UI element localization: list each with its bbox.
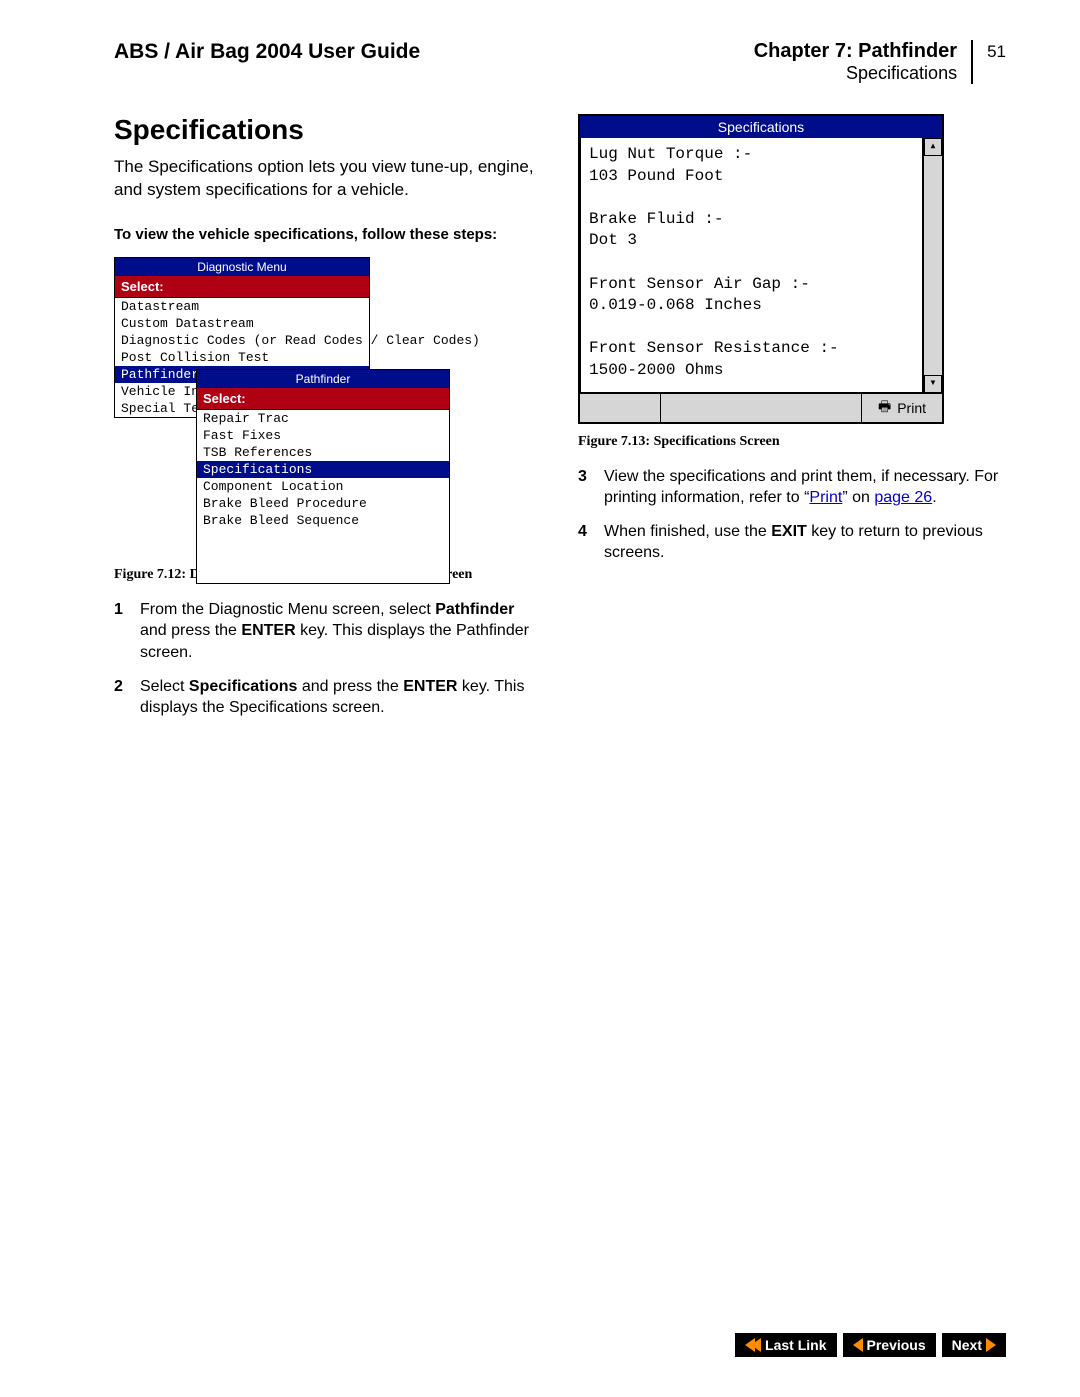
step-item: 1From the Diagnostic Menu screen, select… <box>114 599 542 664</box>
pathfinder-menu-item[interactable]: Brake Bleed Sequence <box>197 512 449 529</box>
steps-list-right: 3View the specifications and print them,… <box>578 466 1006 564</box>
scroll-down-icon[interactable]: ▾ <box>924 375 942 393</box>
diagnostic-menu-item[interactable]: Post Collision Test <box>115 349 369 366</box>
pathfinder-menu-item[interactable]: TSB References <box>197 444 449 461</box>
chapter-title: Chapter 7: Pathfinder <box>754 40 957 63</box>
diagnostic-select-label: Select: <box>115 276 369 298</box>
step-text: When finished, use the EXIT key to retur… <box>604 521 1006 564</box>
next-label: Next <box>952 1337 982 1353</box>
step-number: 1 <box>114 599 140 664</box>
diagnostic-menu-item[interactable]: Datastream <box>115 298 369 315</box>
intro-paragraph: The Specifications option lets you view … <box>114 156 542 202</box>
spec-toolbar-spacer <box>580 394 661 422</box>
step-number: 3 <box>578 466 604 509</box>
diagnostic-menu-item[interactable]: Custom Datastream <box>115 315 369 332</box>
diagnostic-menu-titlebar: Diagnostic Menu <box>115 258 369 276</box>
spec-toolbar-spacer <box>661 394 862 422</box>
double-left-arrow-icon <box>745 1338 761 1352</box>
print-button[interactable]: 🖶 Print <box>862 394 942 422</box>
page-number: 51 <box>973 40 1006 62</box>
left-arrow-icon <box>853 1338 863 1352</box>
step-item: 2Select Specifications and press the ENT… <box>114 676 542 719</box>
spec-text-area: Lug Nut Torque :- 103 Pound Foot Brake F… <box>580 138 923 393</box>
previous-button[interactable]: Previous <box>843 1333 936 1357</box>
left-column: Specifications The Specifications option… <box>114 114 542 731</box>
previous-label: Previous <box>867 1337 926 1353</box>
page-header: ABS / Air Bag 2004 User Guide Chapter 7:… <box>114 40 1006 84</box>
pathfinder-menu-window: Pathfinder Select: Repair TracFast Fixes… <box>196 369 450 584</box>
pathfinder-menu-titlebar: Pathfinder <box>197 370 449 388</box>
pathfinder-menu-item[interactable]: Specifications <box>197 461 449 478</box>
pathfinder-menu-item[interactable]: Component Location <box>197 478 449 495</box>
spec-scrollbar[interactable]: ▴ ▾ <box>923 138 942 393</box>
steps-list-left: 1From the Diagnostic Menu screen, select… <box>114 599 542 719</box>
steps-lead: To view the vehicle specifications, foll… <box>114 226 542 243</box>
pathfinder-menu-item[interactable]: Brake Bleed Procedure <box>197 495 449 512</box>
last-link-button[interactable]: Last Link <box>735 1333 836 1357</box>
step-number: 2 <box>114 676 140 719</box>
pathfinder-menu-item[interactable]: Fast Fixes <box>197 427 449 444</box>
step-text: From the Diagnostic Menu screen, select … <box>140 599 542 664</box>
last-link-label: Last Link <box>765 1337 826 1353</box>
diagnostic-menu-item[interactable]: Diagnostic Codes (or Read Codes / Clear … <box>115 332 369 349</box>
print-label: Print <box>897 400 926 416</box>
step-item: 4When finished, use the EXIT key to retu… <box>578 521 1006 564</box>
section-heading: Specifications <box>114 114 542 146</box>
right-column: Specifications Lug Nut Torque :- 103 Pou… <box>578 114 1006 731</box>
print-link[interactable]: Print <box>809 489 842 506</box>
pathfinder-menu-items: Repair TracFast FixesTSB ReferencesSpeci… <box>197 410 449 529</box>
step-text: Select Specifications and press the ENTE… <box>140 676 542 719</box>
scroll-up-icon[interactable]: ▴ <box>924 138 942 156</box>
step-item: 3View the specifications and print them,… <box>578 466 1006 509</box>
section-title: Specifications <box>754 63 957 84</box>
next-button[interactable]: Next <box>942 1333 1006 1357</box>
pathfinder-menu-item[interactable]: Repair Trac <box>197 410 449 427</box>
guide-title: ABS / Air Bag 2004 User Guide <box>114 40 754 64</box>
figure-7-12: Diagnostic Menu Select: DatastreamCustom… <box>114 257 454 557</box>
right-arrow-icon <box>986 1338 996 1352</box>
printer-icon: 🖶 <box>878 396 891 420</box>
page-26-link[interactable]: page 26 <box>874 489 932 506</box>
page-nav: Last Link Previous Next <box>735 1333 1006 1357</box>
specifications-screen: Specifications Lug Nut Torque :- 103 Pou… <box>578 114 944 424</box>
pathfinder-select-label: Select: <box>197 388 449 410</box>
step-text: View the specifications and print them, … <box>604 466 1006 509</box>
step-number: 4 <box>578 521 604 564</box>
figure-7-13-caption: Figure 7.13: Specifications Screen <box>578 434 1006 450</box>
spec-titlebar: Specifications <box>580 116 942 138</box>
